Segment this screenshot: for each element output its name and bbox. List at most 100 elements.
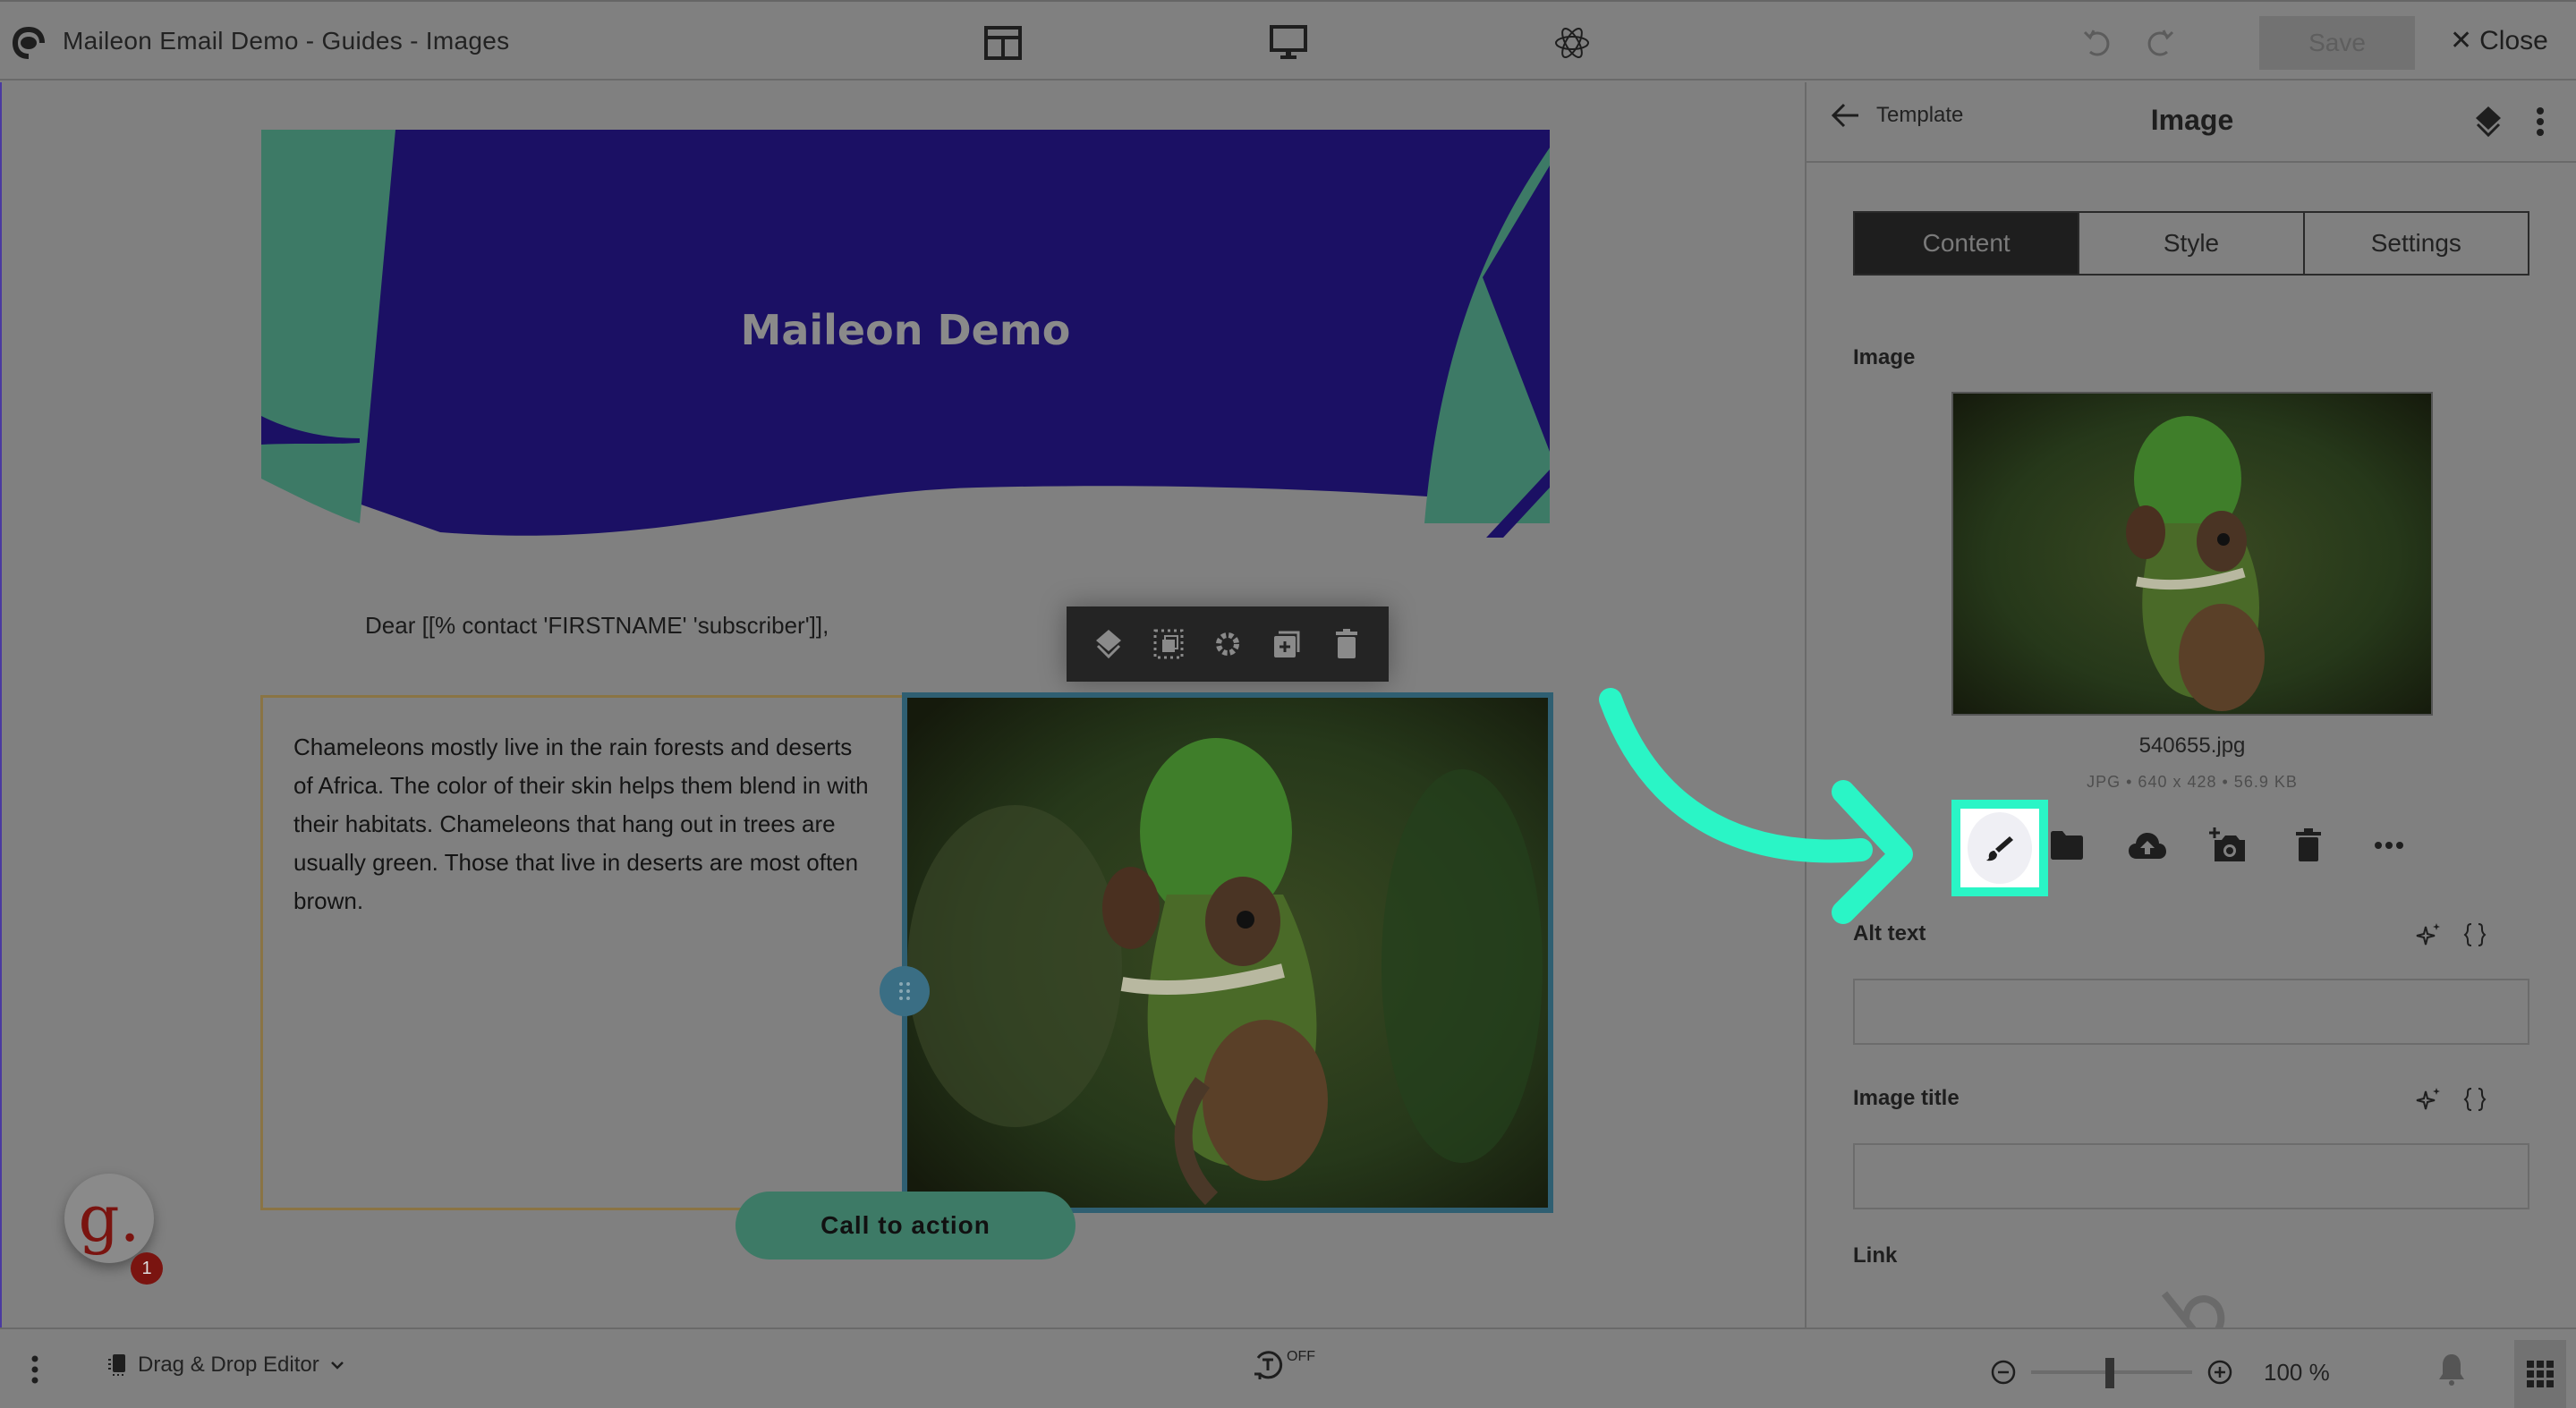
redo-icon (2147, 30, 2174, 56)
edit-brush-icon (1986, 836, 2013, 861)
save-button[interactable]: Save (2259, 16, 2415, 70)
zoom-slider[interactable] (2031, 1354, 2192, 1390)
image-thumbnail (1953, 394, 2431, 714)
zoom-control: 100 % (1990, 1354, 2330, 1390)
tab-style[interactable]: Style (2079, 213, 2305, 274)
apps-menu-button[interactable] (2514, 1340, 2566, 1408)
ai-sparkle-icon[interactable] (2415, 1086, 2442, 1113)
tab-content[interactable]: Content (1855, 213, 2080, 274)
desktop-preview-button[interactable] (1267, 21, 1310, 64)
body-text: Chameleons mostly live in the rain fores… (293, 734, 869, 914)
autosave-toggle[interactable]: OFF (1251, 1347, 1315, 1381)
notification-widget[interactable]: g. (64, 1174, 154, 1263)
block-settings-button[interactable] (1208, 624, 1247, 664)
drag-handle-icon (899, 982, 910, 1000)
image-preview[interactable] (1951, 392, 2433, 716)
delete-icon (1335, 629, 1357, 658)
cloud-upload-icon (2129, 833, 2166, 859)
chameleon-image (907, 698, 1548, 1208)
select-parent-button[interactable] (1149, 624, 1188, 664)
close-label: Close (2479, 25, 2548, 55)
selected-image-block[interactable] (902, 692, 1553, 1213)
grid-icon (2527, 1361, 2554, 1387)
editor-mode-select[interactable]: Drag & Drop Editor (107, 1353, 344, 1378)
maileon-logo-icon (13, 27, 45, 59)
panel-layers-button[interactable] (2469, 102, 2508, 141)
more-image-actions-button[interactable] (2358, 814, 2420, 877)
placeholder-braces-icon[interactable] (2463, 921, 2487, 948)
redo-button[interactable] (2138, 21, 2181, 64)
layers-button[interactable] (1089, 624, 1128, 664)
link-off-icon (2161, 1291, 2225, 1327)
layout-icon (984, 26, 1022, 60)
layers-icon (2476, 106, 2501, 138)
layout-button[interactable] (982, 21, 1024, 64)
tab-settings[interactable]: Settings (2305, 213, 2528, 274)
image-file-name: 540655.jpg (2138, 734, 2246, 758)
zoom-slider-thumb[interactable] (2104, 1358, 2114, 1388)
chevron-down-icon (330, 1361, 344, 1370)
browse-images-button[interactable] (2036, 814, 2098, 877)
properties-panel: Template Image Content Style Settings Im… (1805, 82, 2576, 1327)
edit-image-button[interactable] (1951, 800, 2048, 896)
call-to-action-button[interactable]: Call to action (735, 1192, 1075, 1260)
folder-icon (2051, 831, 2083, 860)
close-icon: ✕ (2450, 26, 2473, 55)
delete-block-button[interactable] (1327, 624, 1366, 664)
image-title-tools (2415, 1086, 2487, 1113)
image-section-label: Image (1853, 345, 1916, 369)
zoom-value: 100 % (2264, 1358, 2330, 1386)
editor-mode-icon (108, 1354, 125, 1376)
bottom-bar: Drag & Drop Editor OFF 100 % (0, 1327, 2576, 1408)
panel-title: Image (2150, 104, 2234, 136)
app-root: Maileon Email Demo - Guides - Images Sav… (0, 0, 2576, 1408)
layers-icon (1096, 630, 1122, 659)
column-resize-handle[interactable] (880, 966, 930, 1016)
kebab-icon (31, 1355, 38, 1384)
duplicate-icon (1274, 631, 1300, 657)
email-canvas: Maileon Demo Dear [[% contact 'FIRSTNAME… (0, 82, 1805, 1327)
notification-logo: g. (78, 1181, 140, 1256)
bottom-menu-button[interactable] (30, 1354, 39, 1389)
remove-image-button[interactable] (2277, 814, 2340, 877)
panel-more-button[interactable] (2527, 102, 2554, 141)
duplicate-button[interactable] (1267, 624, 1306, 664)
desktop-preview-icon (1270, 25, 1307, 59)
notifications-button[interactable] (2437, 1353, 2466, 1391)
header-banner[interactable]: Maileon Demo (261, 130, 1550, 538)
bell-icon (2439, 1354, 2464, 1386)
trash-icon (2296, 828, 2321, 861)
autosave-icon (1254, 1351, 1283, 1379)
upload-image-button[interactable] (2116, 814, 2179, 877)
top-bar: Maileon Email Demo - Guides - Images Sav… (0, 0, 2576, 81)
ai-sparkle-icon[interactable] (2415, 921, 2442, 948)
undo-icon (2083, 30, 2110, 56)
autosave-state: OFF (1287, 1349, 1315, 1364)
text-block[interactable]: Chameleons mostly live in the rain fores… (260, 695, 905, 1210)
panel-header: Template Image (1807, 82, 2576, 163)
greeting-text[interactable]: Dear [[% contact 'FIRSTNAME' 'subscriber… (365, 612, 829, 640)
image-file-meta: JPG • 640 x 428 • 56.9 KB (2087, 773, 2298, 791)
add-photo-button[interactable] (2197, 814, 2259, 877)
settings-icon (1215, 632, 1239, 656)
zoom-in-icon[interactable] (2206, 1359, 2233, 1386)
select-parent-icon (1153, 629, 1184, 659)
ai-assistant-button[interactable] (1551, 21, 1594, 64)
close-button[interactable]: ✕ Close (2450, 25, 2548, 56)
editor-mode-label: Drag & Drop Editor (138, 1353, 319, 1377)
placeholder-braces-icon[interactable] (2463, 1086, 2487, 1113)
panel-tabs: Content Style Settings (1853, 211, 2529, 276)
image-title-input[interactable] (1853, 1143, 2529, 1209)
notification-count: 1 (131, 1252, 163, 1285)
undo-button[interactable] (2076, 21, 2119, 64)
alt-text-input[interactable] (1853, 979, 2529, 1045)
atom-icon (1555, 28, 1589, 58)
kebab-icon (2537, 107, 2544, 136)
alt-text-label: Alt text (1853, 921, 1926, 946)
image-actions-bar (1951, 798, 2470, 896)
zoom-out-icon[interactable] (1990, 1359, 2017, 1386)
add-photo-icon (2209, 827, 2245, 861)
link-label: Link (1853, 1243, 1898, 1268)
more-icon (2375, 842, 2403, 849)
banner-title: Maileon Demo (741, 306, 1071, 354)
